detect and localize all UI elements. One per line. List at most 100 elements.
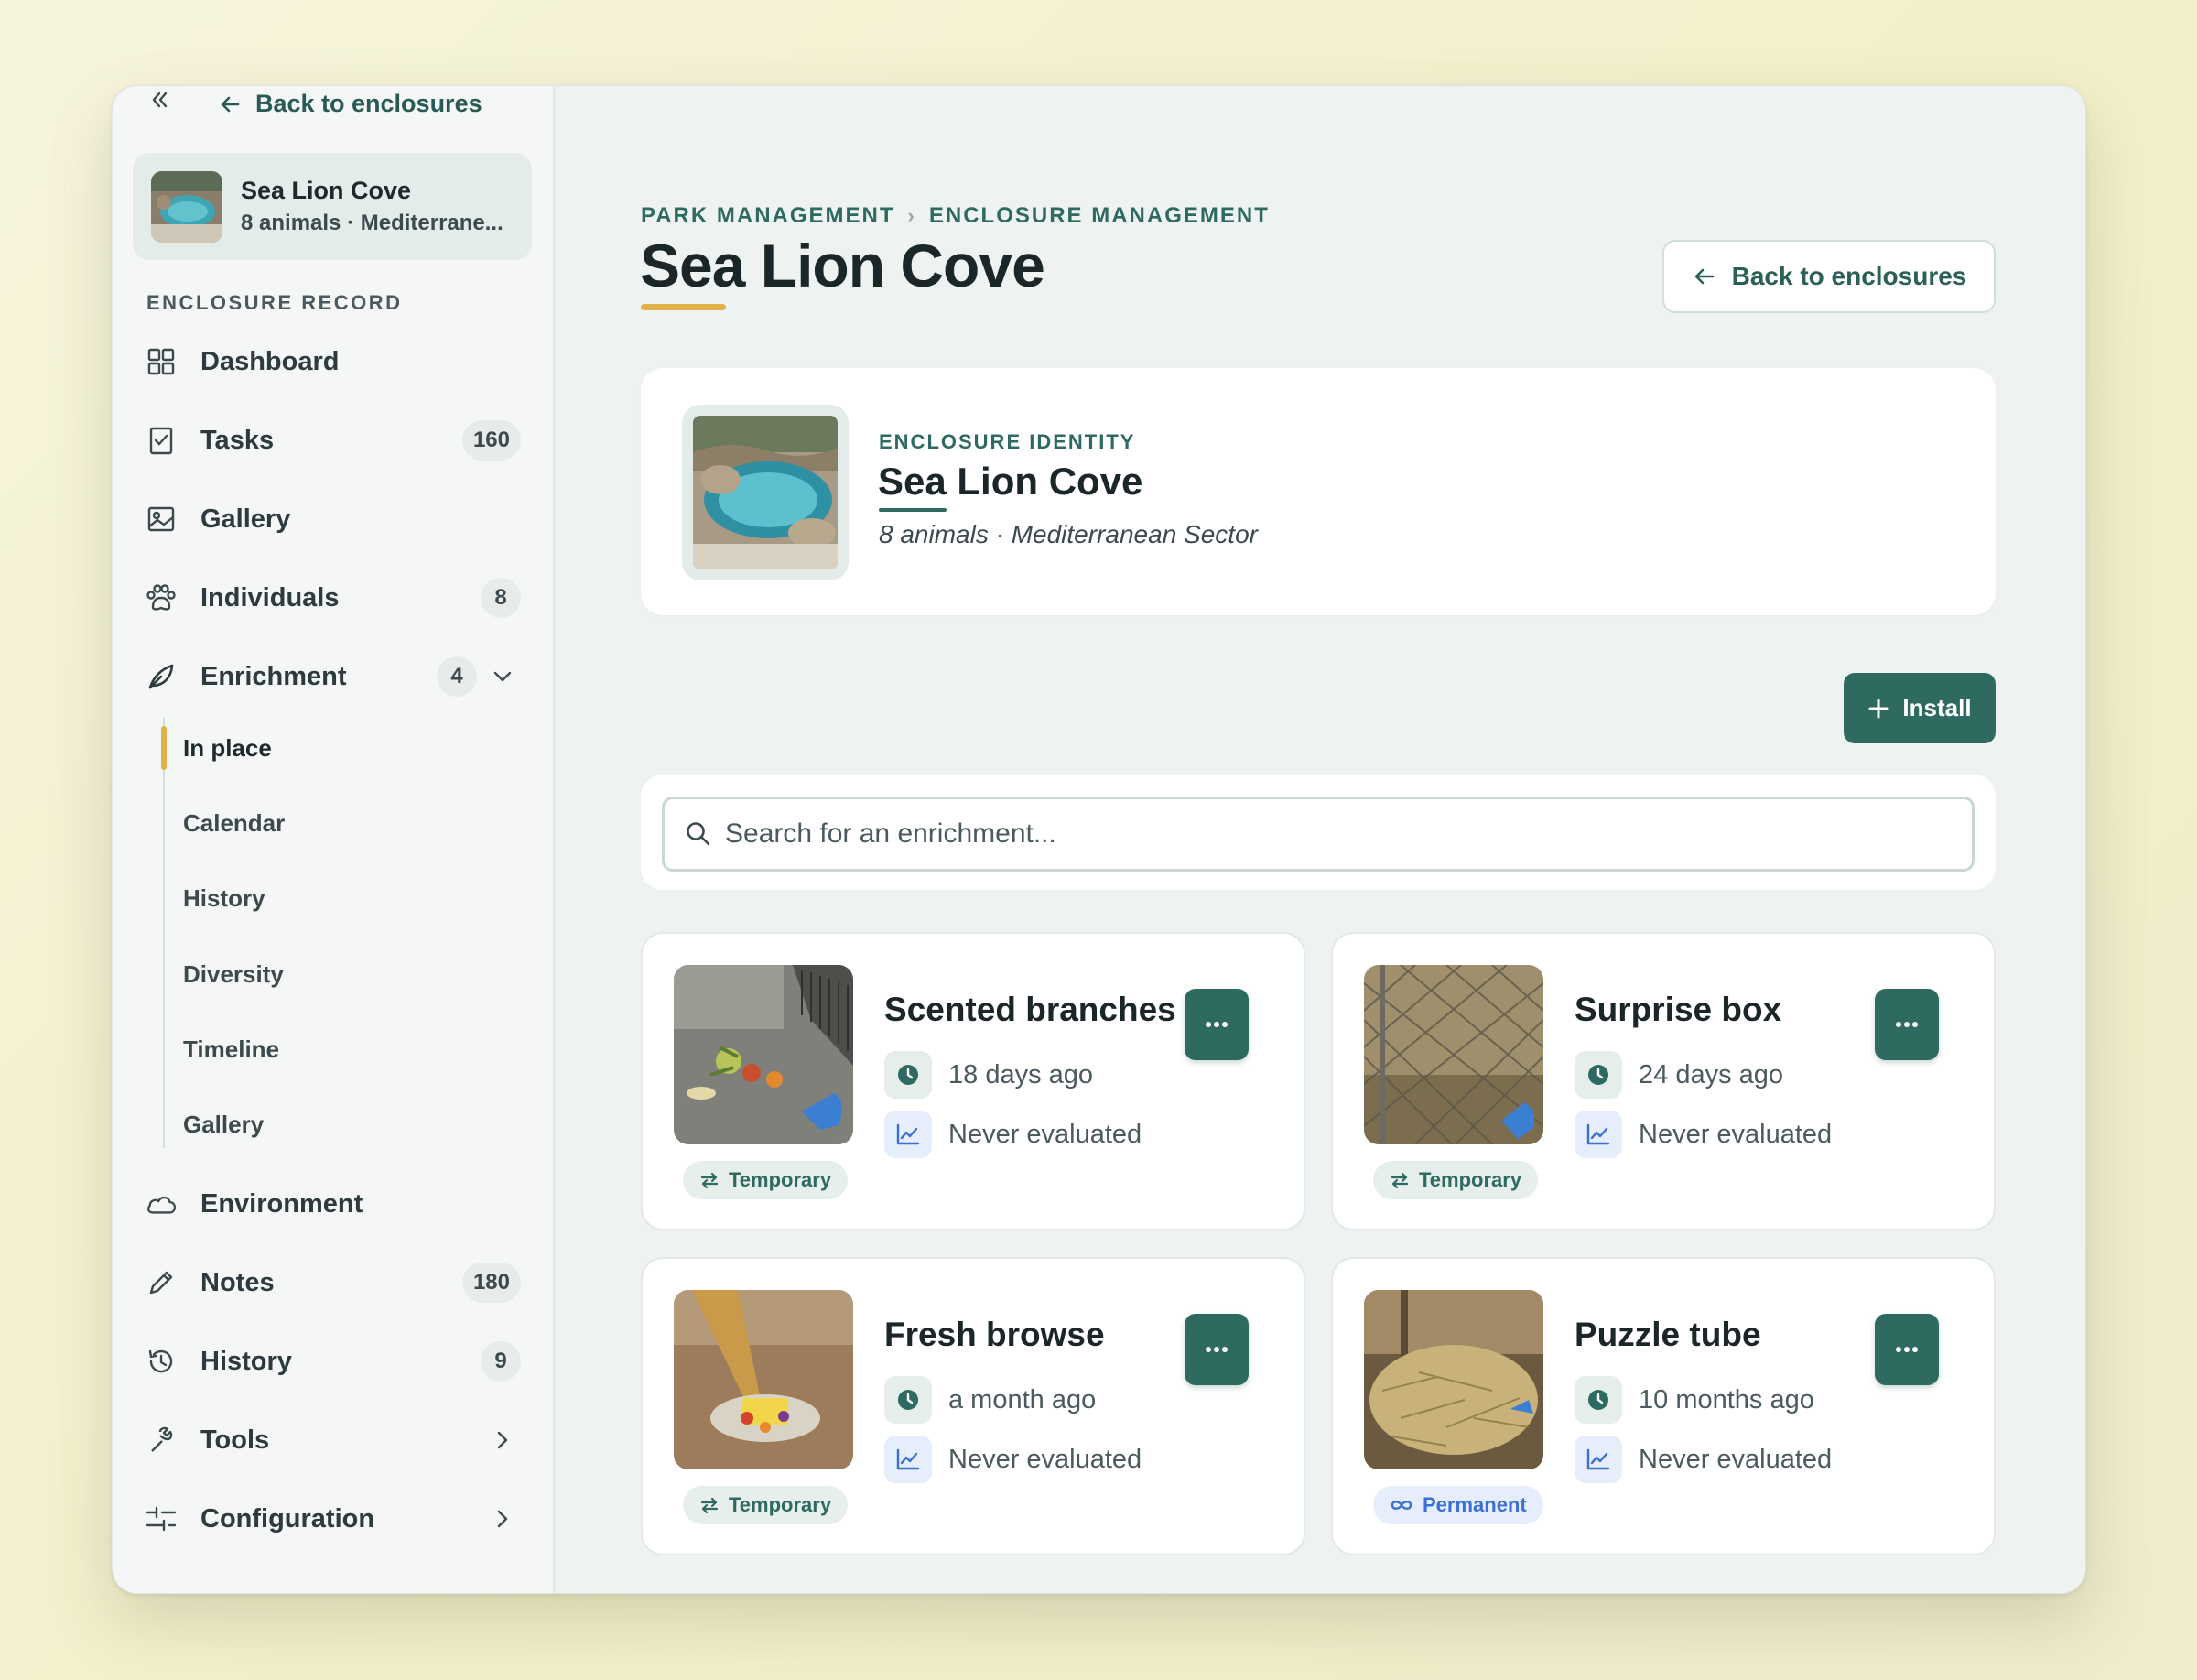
evaluation-status: Never evaluated [948, 1444, 1142, 1474]
subnav-gallery[interactable]: Gallery [183, 1111, 264, 1139]
nav-environment[interactable]: Environment [146, 1176, 521, 1231]
installed-time: 24 days ago [1639, 1059, 1784, 1089]
tag-label: Temporary [729, 1168, 832, 1191]
enclosure-subtitle: 8 animals · Mediterrane... [241, 211, 503, 235]
history-count-badge: 9 [481, 1341, 521, 1382]
sliders-icon [146, 1503, 177, 1534]
enrichment-photo [1364, 1290, 1543, 1469]
chevron-down-icon[interactable] [484, 670, 521, 683]
paw-icon [146, 582, 177, 613]
search-field[interactable] [662, 797, 1975, 872]
main-content: PARK MANAGEMENT › ENCLOSURE MANAGEMENT S… [555, 86, 2085, 1593]
nav-dashboard[interactable]: Dashboard [146, 334, 521, 389]
nav-individuals-label: Individuals [200, 582, 340, 612]
tag-label: Temporary [1419, 1168, 1522, 1191]
subnav-calendar[interactable]: Calendar [183, 809, 285, 838]
enclosure-photo [682, 405, 849, 580]
enrichment-count-badge: 4 [437, 656, 477, 697]
nav-tools-label: Tools [200, 1425, 270, 1455]
leaf-icon [146, 661, 177, 692]
evaluation-status: Never evaluated [948, 1119, 1142, 1149]
cloud-icon [146, 1188, 177, 1219]
back-to-enclosures-button[interactable]: Back to enclosures [1662, 240, 1996, 313]
enrichment-card[interactable]: Temporary Fresh browse a month ago Never… [641, 1257, 1305, 1555]
dashboard-icon [146, 346, 177, 377]
more-options-button[interactable] [1875, 989, 1939, 1060]
nav-individuals[interactable]: Individuals 8 [146, 570, 521, 625]
evaluation-row: Never evaluated [1575, 1436, 1832, 1483]
search-icon [687, 822, 710, 846]
subnav-rail [163, 718, 165, 1148]
enclosure-identity-card: ENCLOSURE IDENTITY Sea Lion Cove 8 anima… [641, 368, 1996, 615]
tasks-icon [146, 425, 177, 456]
subnav-history[interactable]: History [183, 884, 265, 913]
install-label: Install [1902, 694, 1972, 721]
enrichment-title: Surprise box [1575, 991, 1782, 1028]
arrow-left-icon [221, 96, 240, 112]
clock-icon [1575, 1376, 1622, 1424]
swap-icon [700, 1172, 719, 1188]
search-input[interactable] [725, 818, 1972, 850]
nav-history-label: History [200, 1346, 292, 1376]
back-button-label: Back to enclosures [1731, 262, 1967, 290]
enrichment-card[interactable]: Temporary Surprise box 24 days ago Never… [1331, 932, 1996, 1230]
section-label: ENCLOSURE RECORD [146, 291, 403, 314]
enrichment-photo [1364, 965, 1543, 1144]
breadcrumb: PARK MANAGEMENT › ENCLOSURE MANAGEMENT [641, 203, 1270, 229]
subnav-in-place[interactable]: In place [183, 734, 272, 763]
identity-subtitle: 8 animals · Mediterranean Sector [879, 520, 1258, 548]
subnav-timeline[interactable]: Timeline [183, 1035, 279, 1064]
clock-icon [884, 1051, 932, 1099]
nav-configuration[interactable]: Configuration [146, 1491, 521, 1546]
nav-tasks[interactable]: Tasks 160 [146, 413, 521, 468]
nav-notes[interactable]: Notes 180 [146, 1255, 521, 1310]
pencil-icon [146, 1267, 177, 1298]
active-indicator [161, 726, 167, 770]
nav-enrichment[interactable]: Enrichment 4 [146, 649, 521, 704]
enrichment-photo [674, 1290, 853, 1469]
tag-label: Temporary [729, 1493, 832, 1516]
more-options-button[interactable] [1875, 1314, 1939, 1385]
nav-gallery-label: Gallery [200, 504, 291, 534]
swap-icon [700, 1497, 719, 1513]
more-icon [1206, 1347, 1228, 1352]
sidebar-top: Back to enclosures [113, 86, 553, 128]
breadcrumb-separator-icon: › [907, 204, 916, 227]
permanent-tag: Permanent [1373, 1486, 1543, 1524]
sidebar: Back to enclosures Sea Lion Cove 8 anima… [113, 86, 555, 1593]
enrichment-card[interactable]: Temporary Scented branches 18 days ago N… [641, 932, 1305, 1230]
chevron-right-icon[interactable] [484, 1509, 521, 1529]
sidebar-back-link[interactable]: Back to enclosures [219, 90, 482, 118]
nav-configuration-label: Configuration [200, 1503, 375, 1534]
identity-underline [879, 508, 947, 512]
install-button[interactable]: Install [1844, 673, 1996, 743]
temporary-tag: Temporary [683, 1486, 849, 1524]
notes-count-badge: 180 [461, 1263, 521, 1303]
page-title: Sea Lion Cove [640, 232, 1045, 299]
more-icon [1896, 1022, 1918, 1027]
subnav-diversity[interactable]: Diversity [183, 960, 284, 989]
nav-gallery[interactable]: Gallery [146, 492, 521, 547]
sidebar-back-label: Back to enclosures [255, 90, 482, 117]
nav-tools[interactable]: Tools [146, 1413, 521, 1468]
enrichment-card[interactable]: Permanent Puzzle tube 10 months ago Neve… [1331, 1257, 1996, 1555]
installed-row: 10 months ago [1575, 1376, 1814, 1424]
nav-history[interactable]: History 9 [146, 1334, 521, 1389]
more-options-button[interactable] [1185, 989, 1249, 1060]
history-icon [146, 1346, 177, 1377]
enrichment-title: Fresh browse [884, 1316, 1105, 1353]
installed-row: 24 days ago [1575, 1051, 1783, 1099]
evaluation-row: Never evaluated [884, 1111, 1142, 1158]
more-options-button[interactable] [1185, 1314, 1249, 1385]
breadcrumb-enclosure[interactable]: ENCLOSURE MANAGEMENT [929, 203, 1270, 229]
nav-dashboard-label: Dashboard [200, 346, 340, 376]
installed-row: a month ago [884, 1376, 1096, 1424]
enclosure-thumbnail [151, 170, 222, 243]
enrichment-photo [674, 965, 853, 1144]
chevron-right-icon[interactable] [484, 1430, 521, 1450]
enclosure-switcher[interactable]: Sea Lion Cove 8 animals · Mediterrane... [133, 153, 532, 260]
search-panel [641, 775, 1996, 890]
collapse-sidebar-icon[interactable] [147, 88, 171, 112]
identity-label: ENCLOSURE IDENTITY [879, 430, 1136, 453]
breadcrumb-park[interactable]: PARK MANAGEMENT [641, 203, 895, 229]
